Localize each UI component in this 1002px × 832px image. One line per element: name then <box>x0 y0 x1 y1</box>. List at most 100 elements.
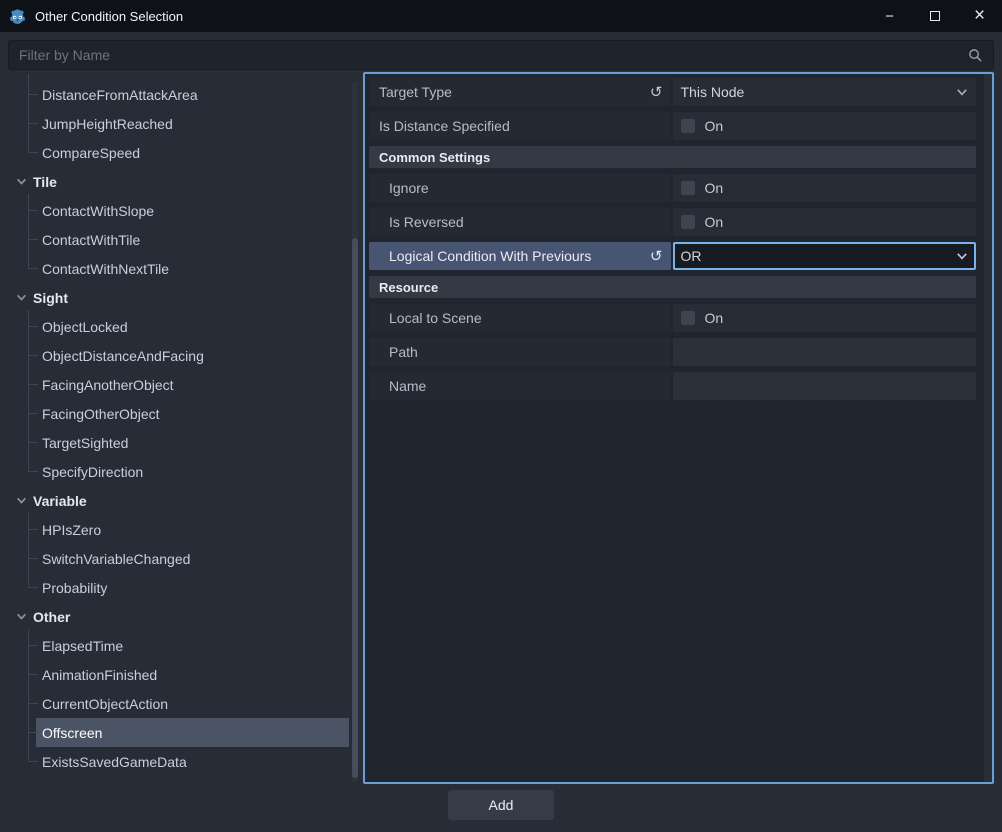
tree-group-children: ContactWithSlope ContactWithTile Contact… <box>8 194 358 283</box>
tree-item-label: CurrentObjectAction <box>42 695 169 712</box>
chevron-down-icon <box>16 495 27 506</box>
tree-item[interactable]: CurrentObjectAction <box>8 689 349 718</box>
maximize-button[interactable] <box>912 0 957 32</box>
tree-item-label: SpecifyDirection <box>42 463 144 480</box>
tree-item-label: ContactWithNextTile <box>42 260 170 277</box>
filter-input[interactable] <box>19 47 968 63</box>
tree-item[interactable]: ObjectLocked <box>8 312 349 341</box>
checkbox-label: On <box>704 180 724 196</box>
tree-item[interactable]: HPIsZero <box>8 515 349 544</box>
property-label: Path <box>389 344 418 360</box>
property-row-local-to-scene: Local to Scene On <box>369 304 976 332</box>
tree-item[interactable]: ContactWithSlope <box>8 196 349 225</box>
tree-item-label: AnimationFinished <box>42 666 158 683</box>
tree-item[interactable]: CompareSpeed <box>8 138 349 167</box>
chevron-down-icon <box>16 611 27 622</box>
property-row-is-distance-specified: Is Distance Specified On <box>369 112 976 140</box>
revert-icon[interactable]: ↺ <box>650 249 663 264</box>
property-label: Local to Scene <box>389 310 482 326</box>
tree-item[interactable]: ObjectDistanceAndFacing <box>8 341 349 370</box>
tree-item[interactable]: JumpHeightReached <box>8 109 349 138</box>
tree-group-children: DistanceFromAttackArea JumpHeightReached… <box>8 74 358 167</box>
logical-condition-dropdown[interactable]: OR <box>672 242 976 270</box>
maximize-icon <box>929 11 940 21</box>
checkbox[interactable] <box>680 181 695 195</box>
name-value <box>672 372 976 400</box>
tree-item-label: SwitchVariableChanged <box>42 550 191 567</box>
property-label-cell-highlighted: Logical Condition With Previours ↺ <box>369 242 671 270</box>
path-field[interactable] <box>672 338 976 366</box>
chevron-down-icon <box>956 250 968 262</box>
tree-item[interactable]: TargetSighted <box>8 428 349 457</box>
tree-item-label: HPIsZero <box>42 521 102 538</box>
checkbox-label: On <box>704 310 724 326</box>
checkbox[interactable] <box>680 119 695 133</box>
minimize-button[interactable]: − <box>867 0 912 32</box>
tree-item[interactable]: AnimationFinished <box>8 660 349 689</box>
tree-group-other[interactable]: Other <box>8 602 349 631</box>
tree-item-label: FacingAnotherObject <box>42 376 174 393</box>
revert-icon[interactable]: ↺ <box>650 85 663 100</box>
condition-tree-panel: DistanceFromAttackArea JumpHeightReached… <box>8 74 358 784</box>
tree-item[interactable]: SpecifyDirection <box>8 457 349 486</box>
tree-item-selected[interactable]: Offscreen <box>8 718 349 747</box>
property-row-logical-condition: Logical Condition With Previours ↺ OR <box>369 242 976 270</box>
checkbox-label: On <box>704 118 724 134</box>
property-label: Target Type <box>379 84 452 100</box>
tree-group-label: Other <box>33 608 71 625</box>
condition-tree: DistanceFromAttackArea JumpHeightReached… <box>8 74 358 776</box>
tree-item-label: CompareSpeed <box>42 144 141 161</box>
search-icon <box>968 48 983 63</box>
ignore-value: On <box>672 174 976 202</box>
tree-item[interactable]: ElapsedTime <box>8 631 349 660</box>
main-content: DistanceFromAttackArea JumpHeightReached… <box>0 72 1002 784</box>
property-label-cell: Local to Scene <box>369 304 671 332</box>
tree-group-tile[interactable]: Tile <box>8 167 349 196</box>
tree-item-label: DistanceFromAttackArea <box>42 86 198 103</box>
property-label-cell: Target Type ↺ <box>369 78 671 106</box>
tree-group-children: ObjectLocked ObjectDistanceAndFacing Fac… <box>8 310 358 486</box>
tree-item[interactable]: ExistsSavedGameData <box>8 747 349 776</box>
property-label: Is Reversed <box>389 214 464 230</box>
is-distance-specified-value: On <box>672 112 976 140</box>
window-title: Other Condition Selection <box>35 8 184 24</box>
tree-item[interactable]: FacingAnotherObject <box>8 370 349 399</box>
tree-group-children: ElapsedTime AnimationFinished CurrentObj… <box>8 629 358 776</box>
name-field[interactable] <box>672 372 976 400</box>
property-row-ignore: Ignore On <box>369 174 976 202</box>
tree-item[interactable]: FacingOtherObject <box>8 399 349 428</box>
property-row-target-type: Target Type ↺ This Node <box>369 78 976 106</box>
tree-item-label: Probability <box>42 579 108 596</box>
property-label-cell: Name <box>369 372 671 400</box>
left-scrollbar[interactable] <box>352 238 358 778</box>
add-button[interactable]: Add <box>448 790 554 820</box>
tree-item-label: ElapsedTime <box>42 637 124 654</box>
close-button[interactable]: × <box>957 0 1002 32</box>
window: Other Condition Selection − × DistanceFr… <box>0 0 1002 820</box>
tree-item[interactable]: Probability <box>8 573 349 602</box>
tree-item-label: ObjectDistanceAndFacing <box>42 347 204 364</box>
target-type-dropdown[interactable]: This Node <box>672 78 976 106</box>
tree-group-variable[interactable]: Variable <box>8 486 349 515</box>
filter-bar <box>8 40 994 70</box>
property-row-name: Name <box>369 372 976 400</box>
tree-item-label: ContactWithSlope <box>42 202 155 219</box>
titlebar: Other Condition Selection − × <box>0 0 1002 32</box>
inspector-scrollbar[interactable] <box>984 74 992 782</box>
tree-group-label: Tile <box>33 173 57 190</box>
dropdown-value: OR <box>680 248 702 264</box>
chevron-down-icon <box>956 86 968 98</box>
tree-item[interactable]: ContactWithNextTile <box>8 254 349 283</box>
tree-group-sight[interactable]: Sight <box>8 283 349 312</box>
tree-item-label: ObjectLocked <box>42 318 128 335</box>
checkbox[interactable] <box>680 311 695 325</box>
dropdown-value: This Node <box>680 84 745 100</box>
checkbox[interactable] <box>680 215 695 229</box>
tree-item[interactable]: DistanceFromAttackArea <box>8 80 349 109</box>
is-reversed-value: On <box>672 208 976 236</box>
section-header-common-settings: Common Settings <box>369 146 976 168</box>
tree-item[interactable]: SwitchVariableChanged <box>8 544 349 573</box>
tree-item-label: Offscreen <box>42 724 103 741</box>
property-label: Name <box>389 378 427 394</box>
tree-item[interactable]: ContactWithTile <box>8 225 349 254</box>
